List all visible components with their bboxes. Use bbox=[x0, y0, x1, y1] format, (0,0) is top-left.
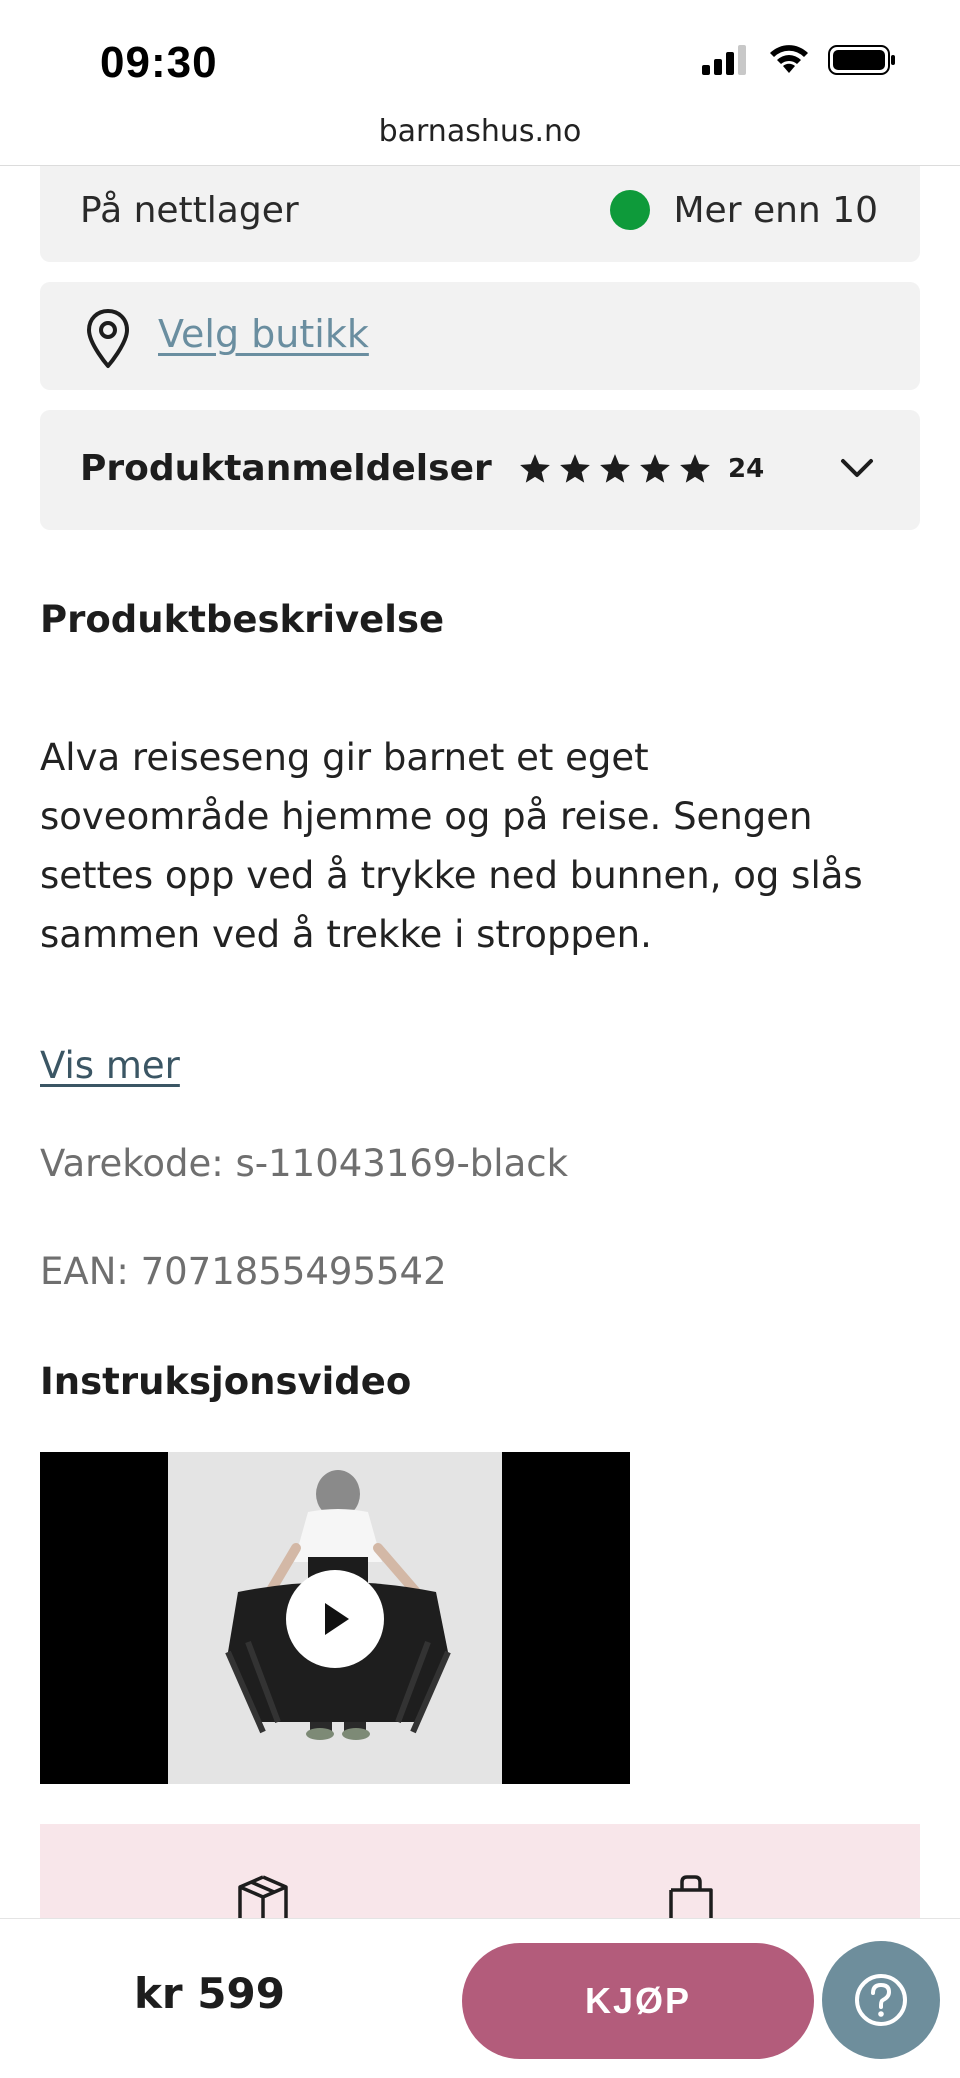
reviews-count: 24 bbox=[728, 454, 765, 484]
stock-label: På nettlager bbox=[80, 190, 299, 231]
description-title: Produktbeskrivelse bbox=[40, 598, 445, 641]
instruction-video[interactable] bbox=[40, 1452, 630, 1784]
status-time: 09:30 bbox=[100, 38, 218, 87]
star-icon bbox=[520, 454, 550, 483]
description-text: Alva reiseseng gir barnet et eget soveom… bbox=[40, 728, 920, 964]
reviews-title: Produktanmeldelser bbox=[80, 448, 492, 489]
product-ean: EAN: 7071855495542 bbox=[40, 1250, 447, 1293]
description-line: sammen ved å trekke i stroppen. bbox=[40, 913, 652, 956]
product-price: kr 599 bbox=[134, 1969, 285, 2018]
stock-card: På nettlager Mer enn 10 bbox=[40, 166, 920, 262]
chevron-down-icon[interactable] bbox=[840, 456, 874, 480]
status-icons bbox=[702, 44, 896, 76]
bottom-buy-bar: kr 599 KJØP bbox=[0, 1918, 960, 2078]
stock-status-dot bbox=[610, 190, 650, 230]
wifi-icon bbox=[770, 45, 808, 73]
description-line: soveområde hjemme og på reise. Sengen bbox=[40, 795, 813, 838]
package-icon bbox=[238, 1875, 288, 1921]
signal-icon bbox=[702, 45, 746, 75]
play-button[interactable] bbox=[286, 1570, 384, 1668]
video-title: Instruksjonsvideo bbox=[40, 1360, 412, 1403]
star-icon bbox=[560, 454, 590, 483]
star-icon bbox=[640, 454, 670, 483]
buy-button[interactable]: KJØP bbox=[462, 1943, 814, 2059]
shopping-bag-icon bbox=[669, 1875, 713, 1924]
url-text: barnashus.no bbox=[378, 114, 582, 149]
show-more-link[interactable]: Vis mer bbox=[40, 1044, 180, 1087]
question-icon bbox=[855, 1974, 907, 2026]
description-line: Alva reiseseng gir barnet et eget bbox=[40, 736, 649, 779]
url-bar[interactable]: barnashus.no bbox=[0, 110, 960, 166]
star-icon bbox=[680, 454, 710, 483]
star-icon bbox=[600, 454, 630, 483]
location-pin-icon bbox=[87, 309, 129, 368]
choose-store-card[interactable]: Velg butikk bbox=[40, 282, 920, 390]
choose-store-link[interactable]: Velg butikk bbox=[158, 312, 369, 356]
help-button[interactable] bbox=[822, 1941, 940, 2059]
status-bar: 09:30 bbox=[0, 0, 960, 110]
description-line: settes opp ved å trykke ned bunnen, og s… bbox=[40, 854, 863, 897]
reviews-card[interactable]: Produktanmeldelser 24 bbox=[40, 410, 920, 530]
product-sku: Varekode: s-11043169-black bbox=[40, 1142, 569, 1185]
usp-panel bbox=[40, 1824, 920, 1924]
rating-stars bbox=[518, 452, 712, 486]
stock-value: Mer enn 10 bbox=[673, 190, 879, 231]
battery-icon bbox=[828, 45, 895, 75]
play-icon bbox=[325, 1603, 349, 1635]
